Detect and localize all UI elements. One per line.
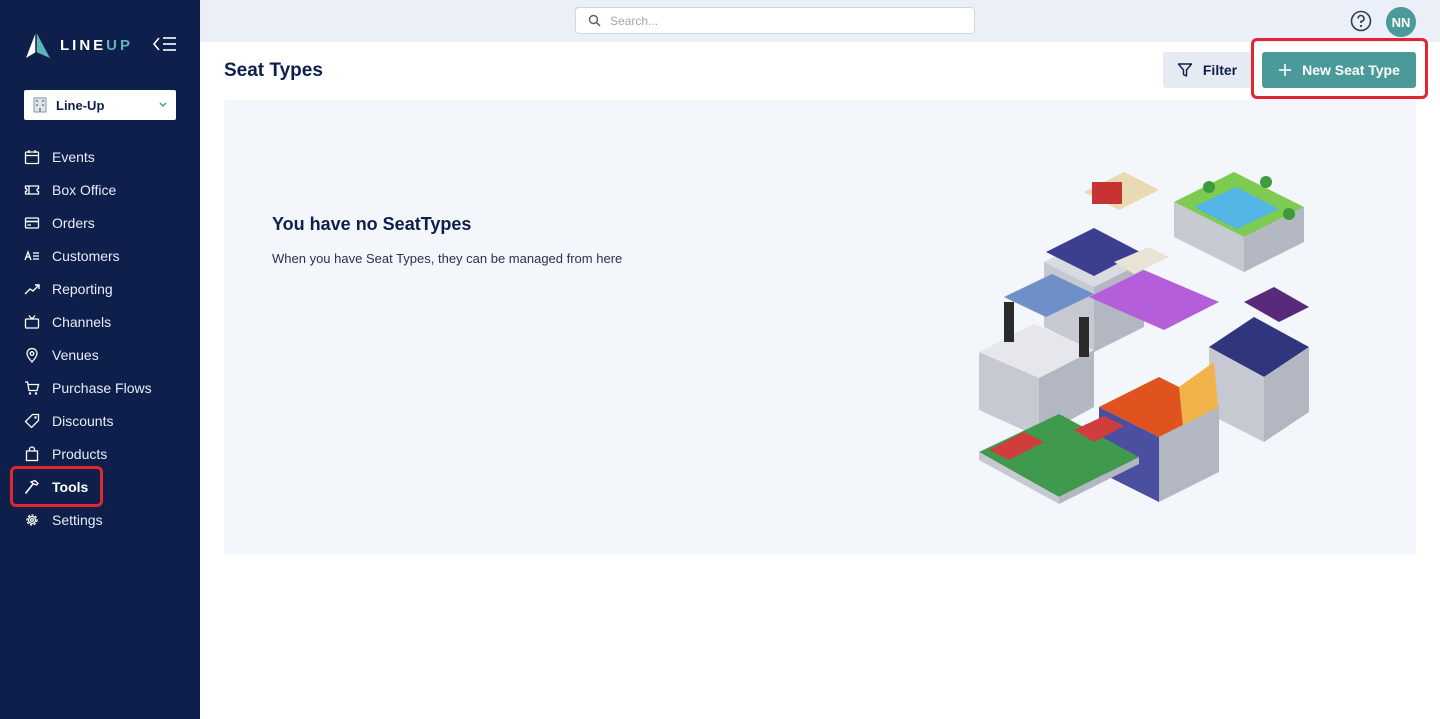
sidebar-item-events[interactable]: Events — [0, 140, 200, 173]
shopping-bag-icon — [25, 445, 39, 461]
page-title: Seat Types — [224, 60, 323, 81]
search-input[interactable] — [610, 13, 950, 28]
empty-state-description: When you have Seat Types, they can be ma… — [272, 251, 623, 266]
trend-chart-icon — [24, 283, 40, 294]
collapse-sidebar-icon[interactable] — [152, 34, 178, 54]
cart-icon — [25, 380, 40, 395]
sidebar-item-label: Products — [52, 445, 108, 462]
sidebar-item-tools[interactable]: Tools — [0, 470, 200, 503]
filter-button[interactable]: Filter — [1163, 52, 1251, 88]
search-icon — [588, 14, 601, 27]
sidebar-item-label: Purchase Flows — [52, 379, 152, 396]
filter-icon — [1177, 63, 1193, 77]
user-avatar[interactable]: NN — [1386, 7, 1416, 37]
sidebar-item-label: Customers — [52, 247, 120, 264]
tags-icon — [24, 413, 40, 428]
sidebar-item-label: Box Office — [52, 181, 117, 198]
sidebar-item-label: Tools — [52, 478, 89, 495]
sidebar-item-box-office[interactable]: Box Office — [0, 173, 200, 206]
sidebar-item-discounts[interactable]: Discounts — [0, 404, 200, 437]
filter-button-label: Filter — [1202, 62, 1238, 78]
logo-mark-icon — [26, 32, 50, 58]
sidebar-item-label: Events — [52, 148, 95, 165]
gear-icon — [26, 513, 38, 526]
venues-illustration — [979, 172, 1309, 504]
sidebar-item-label: Reporting — [52, 280, 113, 297]
sidebar-item-products[interactable]: Products — [0, 437, 200, 470]
sidebar: LINEUP Line-Up Events Box Office Orders … — [0, 0, 200, 719]
app-logo[interactable]: LINEUP — [24, 30, 133, 60]
calendar-icon — [24, 149, 40, 164]
organization-name: Line-Up — [56, 97, 105, 113]
hammer-icon — [24, 479, 39, 494]
organization-select[interactable]: Line-Up — [24, 90, 176, 120]
sidebar-item-purchase-flows[interactable]: Purchase Flows — [0, 371, 200, 404]
sidebar-item-customers[interactable]: Customers — [0, 239, 200, 272]
sidebar-item-label: Settings — [52, 511, 103, 528]
sidebar-item-label: Discounts — [52, 412, 114, 429]
help-icon[interactable] — [1350, 10, 1372, 32]
contacts-icon — [24, 249, 39, 260]
sidebar-item-channels[interactable]: Channels — [0, 305, 200, 338]
new-seat-type-button-label: New Seat Type — [1302, 62, 1400, 78]
credit-card-icon — [24, 216, 40, 229]
sidebar-item-label: Orders — [52, 214, 95, 231]
sidebar-item-reporting[interactable]: Reporting — [0, 272, 200, 305]
map-pin-icon — [26, 347, 38, 363]
search-box[interactable] — [575, 7, 975, 34]
sidebar-nav: Events Box Office Orders Customers Repor… — [0, 140, 200, 536]
plus-icon — [1279, 64, 1292, 76]
empty-state-title: You have no SeatTypes — [272, 214, 472, 234]
empty-state-panel: You have no SeatTypes When you have Seat… — [224, 100, 1416, 555]
sidebar-item-label: Venues — [52, 346, 99, 363]
building-icon — [33, 97, 47, 113]
logo-text: LINEUP — [60, 36, 134, 54]
sidebar-item-label: Channels — [52, 313, 112, 330]
ticket-icon — [24, 184, 40, 195]
top-bar: NN — [200, 0, 1440, 42]
sidebar-item-settings[interactable]: Settings — [0, 503, 200, 536]
sidebar-item-venues[interactable]: Venues — [0, 338, 200, 371]
chevron-down-icon — [159, 102, 167, 108]
tv-icon — [24, 314, 40, 329]
sidebar-item-orders[interactable]: Orders — [0, 206, 200, 239]
new-seat-type-button[interactable]: New Seat Type — [1262, 52, 1416, 88]
